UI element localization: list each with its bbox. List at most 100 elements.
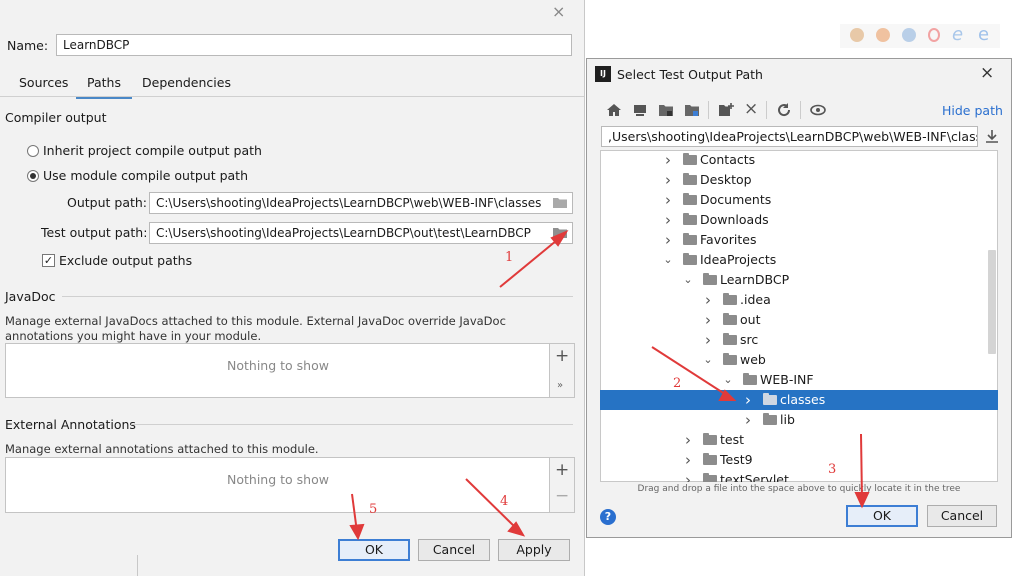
annotations-list[interactable]: Nothing to show + − [5, 457, 575, 513]
hide-path-link[interactable]: Hide path [942, 103, 1003, 118]
exclude-checkbox[interactable]: ✓ [42, 254, 55, 267]
tree-row[interactable]: ⌄ WEB-INF [600, 370, 998, 390]
close-icon[interactable]: × [980, 63, 994, 83]
tree-row[interactable]: › src [600, 330, 998, 350]
chevron-right-icon[interactable]: › [682, 430, 694, 450]
output-path-label: Output path: [67, 195, 148, 210]
home-icon[interactable] [606, 102, 622, 118]
project-folder-icon[interactable] [658, 102, 674, 118]
add-icon[interactable]: + [555, 346, 569, 366]
exclude-label[interactable]: Exclude output paths [59, 253, 192, 268]
show-hidden-icon[interactable] [810, 102, 826, 118]
tree-item-label: WEB-INF [760, 372, 814, 387]
tab-dependencies[interactable]: Dependencies [142, 74, 231, 96]
close-icon[interactable]: × [552, 2, 565, 21]
module-folder-icon[interactable] [684, 102, 700, 118]
tree-row[interactable]: › Desktop [600, 170, 998, 190]
chevron-down-icon[interactable]: ⌄ [722, 370, 734, 390]
folder-icon [683, 193, 697, 205]
chevron-right-icon[interactable]: › [662, 150, 674, 170]
tree-row[interactable]: › Test9 [600, 450, 998, 470]
tree-row[interactable]: › Documents [600, 190, 998, 210]
folder-icon [763, 393, 777, 405]
chevron-right-icon[interactable]: › [742, 410, 754, 430]
chevron-right-icon[interactable]: › [662, 230, 674, 250]
use-module-radio[interactable] [27, 170, 39, 182]
annotation-label-1: 1 [505, 250, 514, 265]
tree-row[interactable]: › .idea [600, 290, 998, 310]
refresh-icon[interactable] [776, 102, 792, 118]
tree-row[interactable]: › test [600, 430, 998, 450]
folder-icon [703, 453, 717, 465]
folder-browse-icon[interactable] [552, 196, 568, 209]
add-icon[interactable]: + [555, 460, 569, 480]
inherit-radio[interactable] [27, 145, 39, 157]
ok-button[interactable]: OK [338, 539, 410, 561]
edge-icon [902, 28, 916, 42]
chevron-right-icon[interactable]: › [702, 330, 714, 350]
remove-icon[interactable]: − [555, 486, 569, 506]
tab-sources[interactable]: Sources [19, 74, 68, 96]
chevron-down-icon[interactable]: ⌄ [662, 250, 674, 270]
window-edge [137, 555, 138, 576]
firefox-icon [876, 28, 890, 42]
tree-row[interactable]: ⌄ LearnDBCP [600, 270, 998, 290]
chevron-right-icon[interactable]: › [702, 310, 714, 330]
more-icon[interactable]: » [557, 380, 563, 391]
compiler-output-title: Compiler output [5, 110, 107, 125]
tree-row[interactable]: › lib [600, 410, 998, 430]
chevron-right-icon[interactable]: › [682, 470, 694, 482]
dialog-ok-button[interactable]: OK [846, 505, 918, 527]
chevron-right-icon[interactable]: › [662, 170, 674, 190]
desktop-icon[interactable] [632, 102, 648, 118]
test-output-path-field[interactable]: C:\Users\shooting\IdeaProjects\LearnDBCP… [149, 222, 573, 244]
tree-item-label: Downloads [700, 212, 769, 227]
tree-item-label: Favorites [700, 232, 757, 247]
new-folder-icon[interactable] [718, 102, 734, 118]
download-icon[interactable] [985, 129, 999, 143]
folder-icon [723, 313, 737, 325]
tree-row[interactable]: ⌄ web [600, 350, 998, 370]
tree-item-label: .idea [740, 292, 771, 307]
chevron-right-icon[interactable]: › [742, 390, 754, 410]
external-annotations-title: External Annotations [5, 417, 136, 432]
apply-button[interactable]: Apply [498, 539, 570, 561]
javadoc-divider [62, 296, 573, 297]
tree-row[interactable]: › textServlet [600, 470, 998, 482]
folder-icon [703, 433, 717, 445]
app-icon: IJ [595, 66, 611, 82]
tree-item-label: Test9 [720, 452, 753, 467]
tree-row[interactable]: › Favorites [600, 230, 998, 250]
chevron-right-icon[interactable]: › [682, 450, 694, 470]
folder-icon [723, 293, 737, 305]
tree-row[interactable]: › out [600, 310, 998, 330]
annotations-divider [131, 424, 573, 425]
tree-row[interactable]: › classes [600, 390, 998, 410]
tree-item-label: Documents [700, 192, 772, 207]
chevron-right-icon[interactable]: › [662, 210, 674, 230]
chevron-down-icon[interactable]: ⌄ [682, 270, 694, 290]
tab-divider [0, 96, 584, 97]
chevron-right-icon[interactable]: › [702, 290, 714, 310]
annotation-label-4: 4 [500, 494, 509, 509]
tree-row[interactable]: ⌄ IdeaProjects [600, 250, 998, 270]
output-path-field[interactable]: C:\Users\shooting\IdeaProjects\LearnDBCP… [149, 192, 573, 214]
folder-browse-icon[interactable] [552, 226, 568, 239]
name-field[interactable]: LearnDBCP [56, 34, 572, 56]
delete-icon[interactable]: × [744, 99, 758, 119]
folder-icon [683, 253, 697, 265]
inherit-label[interactable]: Inherit project compile output path [43, 143, 262, 158]
opera-icon [928, 28, 940, 42]
project-structure-dialog: × Name: LearnDBCP Sources Paths Dependen… [0, 0, 584, 576]
path-field[interactable]: ,Users\shooting\IdeaProjects\LearnDBCP\w… [601, 126, 978, 147]
tree-row[interactable]: › Contacts [600, 150, 998, 170]
chevron-right-icon[interactable]: › [662, 190, 674, 210]
cancel-button[interactable]: Cancel [418, 539, 490, 561]
annotations-toolbar: + − [549, 458, 574, 512]
javadoc-list[interactable]: Nothing to show + » [5, 343, 575, 398]
use-module-label[interactable]: Use module compile output path [43, 168, 248, 183]
tree-row[interactable]: › Downloads [600, 210, 998, 230]
dialog-cancel-button[interactable]: Cancel [927, 505, 997, 527]
help-icon[interactable]: ? [600, 509, 616, 525]
chevron-down-icon[interactable]: ⌄ [702, 350, 714, 370]
